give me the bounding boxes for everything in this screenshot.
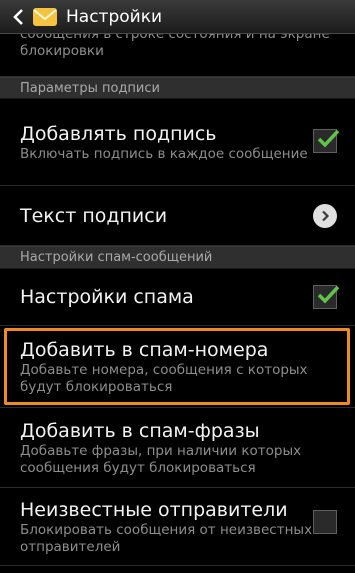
item-title: Неизвестные отправители	[20, 498, 288, 521]
list-item-spam-phrases[interactable]: Добавить в спам-фразы Добавьте фразы, пр…	[0, 408, 355, 488]
unknown-senders-checkbox[interactable]	[313, 510, 337, 534]
checkmark-icon	[317, 129, 340, 148]
item-title: Добавить в спам-фразы	[20, 419, 260, 442]
settings-screen: Настройки сообщения в строке состояния и…	[0, 0, 355, 573]
list-item-spam-numbers[interactable]: Добавить в спам-номера Добавьте номера, …	[0, 326, 355, 408]
list-item-spam-settings[interactable]: Настройки спама	[0, 269, 355, 326]
back-button[interactable]	[0, 0, 36, 34]
settings-list: сообщения в строке состояния и на экране…	[0, 34, 355, 566]
chevron-right-icon	[322, 210, 330, 222]
item-title: Добавлять подпись	[20, 122, 217, 145]
action-bar: Настройки	[0, 0, 355, 34]
section-header-signature: Параметры подписи	[0, 77, 355, 99]
page-title: Настройки	[66, 6, 163, 27]
item-title: Настройки спама	[20, 286, 194, 308]
partial-list-item[interactable]: сообщения в строке состояния и на экране…	[0, 34, 355, 77]
item-summary: Добавьте номера, сообщения с которых буд…	[20, 361, 308, 395]
checkmark-icon	[317, 285, 340, 304]
item-summary: Добавьте фразы, при наличии которых сооб…	[20, 442, 302, 476]
item-title: Текст подписи	[20, 204, 168, 227]
list-item-add-signature[interactable]: Добавлять подпись Включать подпись в каж…	[0, 99, 355, 186]
list-item-unknown-senders[interactable]: Неизвестные отправители Блокировать сооб…	[0, 488, 355, 566]
add-signature-checkbox[interactable]	[313, 129, 340, 153]
list-item-signature-text[interactable]: Текст подписи	[0, 186, 355, 246]
item-title: Добавить в спам-номера	[20, 338, 269, 361]
back-chevron-icon	[13, 8, 23, 25]
item-summary: Включать подпись в каждое сообщение	[20, 145, 308, 162]
signature-text-arrow-button[interactable]	[313, 204, 337, 228]
partial-item-summary: сообщения в строке состояния и на экране…	[20, 34, 330, 59]
section-header-spam: Настройки спам-сообщений	[0, 246, 355, 269]
spam-settings-checkbox[interactable]	[313, 285, 340, 309]
messages-envelope-icon	[33, 7, 57, 26]
item-summary: Блокировать сообщения от неизвестных отп…	[20, 521, 313, 555]
